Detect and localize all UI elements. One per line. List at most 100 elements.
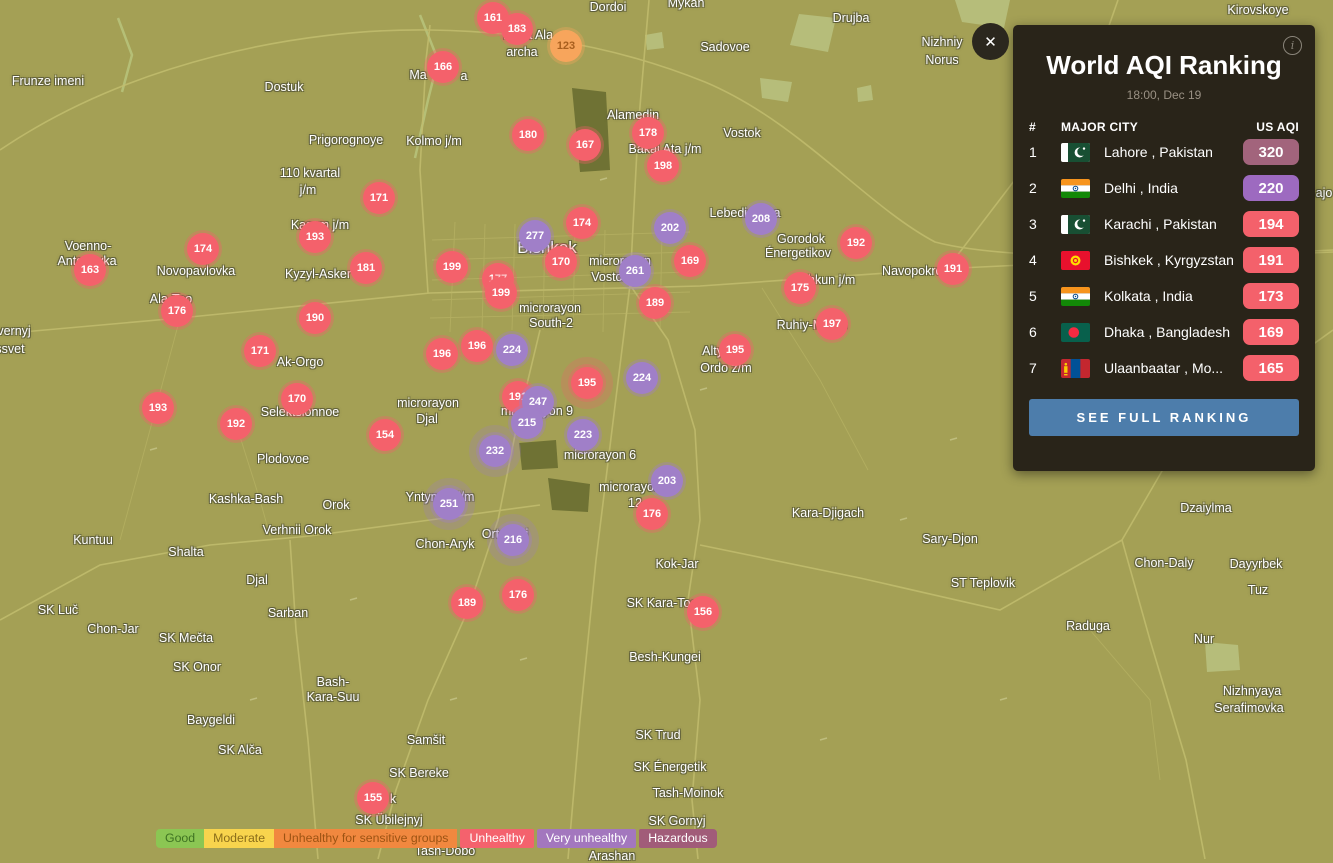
ranking-row[interactable]: 1 Lahore , Pakistan 320 (1013, 134, 1315, 170)
aqi-marker[interactable]: 123 (550, 30, 582, 62)
aqi-marker[interactable]: 170 (281, 383, 313, 415)
close-icon[interactable]: ✕ (972, 23, 1009, 60)
map-label: Gorodok (777, 232, 825, 246)
map-label: Sadovoe (700, 40, 750, 54)
map-label: a (460, 69, 468, 83)
map-label: Drujba (832, 11, 870, 25)
map-label: SK Übilejnyj (355, 813, 423, 827)
map-label: Ma (409, 68, 427, 82)
aqi-badge: 173 (1243, 283, 1299, 309)
rank-number: 6 (1029, 324, 1037, 340)
aqi-marker[interactable]: 196 (426, 338, 458, 370)
map-label: Chon-Daly (1134, 556, 1194, 570)
ranking-row[interactable]: 3 Karachi , Pakistan 194 (1013, 206, 1315, 242)
aqi-marker[interactable]: 193 (299, 221, 331, 253)
aqi-marker[interactable]: 232 (479, 435, 511, 467)
aqi-marker[interactable]: 163 (74, 254, 106, 286)
aqi-marker[interactable]: 174 (187, 233, 219, 265)
aqi-marker[interactable]: 203 (651, 465, 683, 497)
map-label: SK Onor (173, 660, 221, 674)
map-label: SK Gornyj (648, 814, 706, 828)
map-label: Sary-Djon (922, 532, 978, 546)
aqi-marker[interactable]: 176 (502, 579, 534, 611)
aqi-marker[interactable]: 178 (632, 117, 664, 149)
ranking-row[interactable]: 4 Bishkek , Kyrgyzstan 191 (1013, 242, 1315, 278)
legend-chip: Moderate (204, 829, 275, 848)
map-label: Frunze imeni (11, 74, 85, 88)
rank-number: 4 (1029, 252, 1037, 268)
map-label: Prigorognoye (308, 133, 384, 147)
ranking-row[interactable]: 7 Ulaanbaatar , Mo... 165 (1013, 350, 1315, 386)
aqi-badge: 320 (1243, 139, 1299, 165)
city-label: Kolkata , India (1104, 288, 1193, 304)
info-icon[interactable]: i (1283, 36, 1302, 55)
map-label: Norus (925, 53, 959, 67)
aqi-marker[interactable]: 190 (299, 302, 331, 334)
aqi-marker[interactable]: 183 (501, 13, 533, 45)
map-label: ST Teplovik (950, 576, 1016, 590)
map-label: Kashka-Bash (208, 492, 284, 506)
ranking-row[interactable]: 2 Delhi , India 220 (1013, 170, 1315, 206)
aqi-marker[interactable]: 199 (436, 251, 468, 283)
aqi-marker[interactable]: 195 (571, 367, 603, 399)
aqi-badge: 169 (1243, 319, 1299, 345)
city-label: Ulaanbaatar , Mo... (1104, 360, 1224, 376)
map-label: Kara-Suu (306, 690, 360, 704)
panel-timestamp: 18:00, Dec 19 (1126, 88, 1202, 102)
aqi-marker[interactable]: 156 (687, 596, 719, 628)
aqi-marker[interactable]: 155 (357, 782, 389, 814)
aqi-marker[interactable]: 202 (654, 212, 686, 244)
aqi-marker[interactable]: 166 (427, 51, 459, 83)
map-label: Sarban (267, 606, 309, 620)
map-label: Serafimovka (1214, 701, 1284, 715)
aqi-marker[interactable]: 189 (451, 587, 483, 619)
aqi-marker[interactable]: 181 (350, 252, 382, 284)
aqi-marker[interactable]: 176 (636, 498, 668, 530)
map-label: Baygeldi (187, 713, 235, 727)
ranking-row[interactable]: 6 Dhaka , Bangladesh 169 (1013, 314, 1315, 350)
aqi-marker[interactable]: 154 (369, 419, 401, 451)
map-label: South-2 (529, 316, 573, 330)
aqi-marker[interactable]: 215 (511, 407, 543, 439)
aqi-marker[interactable]: 192 (840, 227, 872, 259)
aqi-marker[interactable]: 192 (220, 408, 252, 440)
map-label: Chon-Jar (87, 622, 139, 636)
aqi-marker[interactable]: 171 (363, 182, 395, 214)
ranking-row[interactable]: 5 Kolkata , India 173 (1013, 278, 1315, 314)
aqi-marker[interactable]: 261 (619, 255, 651, 287)
rank-number: 5 (1029, 288, 1037, 304)
aqi-marker[interactable]: 216 (497, 524, 529, 556)
world-aqi-ranking-panel: i World AQI Ranking 18:00, Dec 19 # MAJO… (1013, 25, 1315, 471)
aqi-marker[interactable]: 191 (937, 253, 969, 285)
aqi-marker[interactable]: 196 (461, 330, 493, 362)
aqi-marker[interactable]: 175 (784, 272, 816, 304)
map-label: Kyzyl-Asker (285, 267, 351, 281)
map-label: j/m (299, 183, 317, 197)
aqi-marker[interactable]: 170 (545, 246, 577, 278)
map-label: Nur (1193, 632, 1215, 646)
aqi-marker[interactable]: 198 (647, 150, 679, 182)
aqi-marker[interactable]: 195 (719, 334, 751, 366)
city-label: Bishkek , Kyrgyzstan (1104, 252, 1234, 268)
aqi-marker[interactable]: 180 (512, 119, 544, 151)
aqi-marker[interactable]: 193 (142, 392, 174, 424)
see-full-ranking-button[interactable]: SEE FULL RANKING (1029, 399, 1299, 436)
aqi-marker[interactable]: 174 (566, 207, 598, 239)
aqi-marker[interactable]: 176 (161, 295, 193, 327)
aqi-marker[interactable]: 199 (485, 277, 517, 309)
aqi-marker[interactable]: 251 (433, 488, 465, 520)
rank-number: 1 (1029, 144, 1037, 160)
legend-chip: Unhealthy for sensitive groups (274, 829, 458, 848)
map-label: k (389, 792, 397, 806)
aqi-marker[interactable]: 223 (567, 419, 599, 451)
aqi-marker[interactable]: 208 (745, 203, 777, 235)
aqi-marker[interactable]: 224 (626, 362, 658, 394)
aqi-marker[interactable]: 224 (496, 334, 528, 366)
aqi-marker[interactable]: 169 (674, 245, 706, 277)
aqi-marker[interactable]: 189 (639, 287, 671, 319)
aqi-marker[interactable]: 171 (244, 335, 276, 367)
aqi-marker[interactable]: 277 (519, 220, 551, 252)
map-label: Mykan (667, 0, 705, 10)
aqi-marker[interactable]: 167 (569, 129, 601, 161)
aqi-marker[interactable]: 197 (816, 308, 848, 340)
